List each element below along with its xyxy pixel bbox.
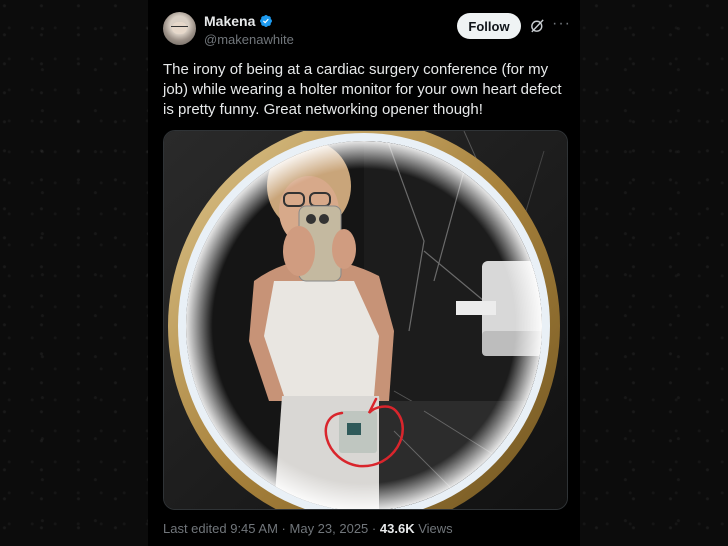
display-name[interactable]: Makena <box>204 13 255 29</box>
tweet-meta: Last edited 9:45 AM · May 23, 2025 · 43.… <box>163 521 453 536</box>
views-count: 43.6K <box>379 521 415 536</box>
user-handle[interactable]: @makenawhite <box>204 32 294 47</box>
tweet-text: The irony of being at a cardiac surgery … <box>163 61 562 118</box>
mirror-selfie-photo <box>164 131 567 509</box>
grok-icon[interactable] <box>529 17 546 34</box>
verified-badge-icon <box>260 15 273 27</box>
tweet-photo[interactable] <box>163 130 568 510</box>
views-label: Views <box>418 521 453 536</box>
author-name-row: Makena <box>204 13 273 29</box>
follow-button[interactable]: Follow <box>457 13 521 39</box>
avatar[interactable] <box>163 12 196 45</box>
tweet-card: Makena @makenawhite Follow ··· The irony… <box>148 0 580 546</box>
edited-time[interactable]: Last edited 9:45 AM <box>163 521 278 536</box>
more-icon[interactable]: ··· <box>552 15 571 33</box>
post-date[interactable]: May 23, 2025 <box>290 521 369 536</box>
